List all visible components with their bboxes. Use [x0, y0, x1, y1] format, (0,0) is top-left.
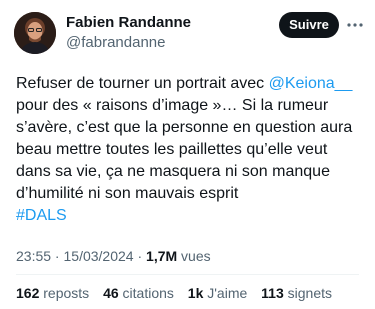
- tweet-header: Fabien Randanne @fabrandanne Suivre: [14, 12, 364, 60]
- stat-count: 113: [261, 285, 284, 301]
- tweet-date[interactable]: 15/03/2024: [64, 248, 134, 264]
- stat-reposts[interactable]: 162 reposts: [16, 285, 89, 301]
- avatar-image: [14, 12, 56, 54]
- stat-count: 1k: [187, 285, 204, 301]
- author-names: Fabien Randanne @fabrandanne: [66, 13, 191, 53]
- mention-link[interactable]: @Keiona__: [269, 75, 353, 92]
- views-count: 1,7M: [146, 248, 178, 264]
- hashtag-link[interactable]: #DALS: [16, 207, 67, 224]
- follow-button[interactable]: Suivre: [279, 12, 339, 38]
- stat-count: 162: [16, 285, 40, 301]
- engagement-stats: 162 reposts 46 citations 1k J'aime 113 s…: [16, 283, 342, 303]
- divider: [16, 274, 359, 275]
- avatar[interactable]: [14, 12, 56, 54]
- tweet-text-part2: pour des « raisons d’image »… Si la rume…: [16, 97, 353, 202]
- stat-bookmarks[interactable]: 113 signets: [261, 285, 332, 301]
- author-handle[interactable]: @fabrandanne: [66, 33, 191, 53]
- tweet-text: Refuser de tourner un portrait avec @Kei…: [16, 73, 363, 227]
- stat-label: J'aime: [203, 285, 248, 301]
- meta-separator: ·: [133, 248, 147, 264]
- stat-label: signets: [283, 285, 333, 301]
- views-label: vues: [177, 248, 211, 264]
- more-horizontal-icon[interactable]: [346, 17, 364, 33]
- stat-label: citations: [118, 285, 174, 301]
- tweet-time[interactable]: 23:55: [16, 248, 51, 264]
- meta-separator: ·: [51, 248, 64, 264]
- tweet-meta: 23:55 · 15/03/2024 · 1,7M vues: [16, 246, 211, 266]
- stat-count: 46: [103, 285, 119, 301]
- author-display-name[interactable]: Fabien Randanne: [66, 13, 191, 33]
- stat-likes[interactable]: 1k J'aime: [188, 285, 248, 301]
- tweet-text-part1: Refuser de tourner un portrait avec: [16, 75, 269, 92]
- stat-quotes[interactable]: 46 citations: [103, 285, 174, 301]
- stat-label: reposts: [39, 285, 90, 301]
